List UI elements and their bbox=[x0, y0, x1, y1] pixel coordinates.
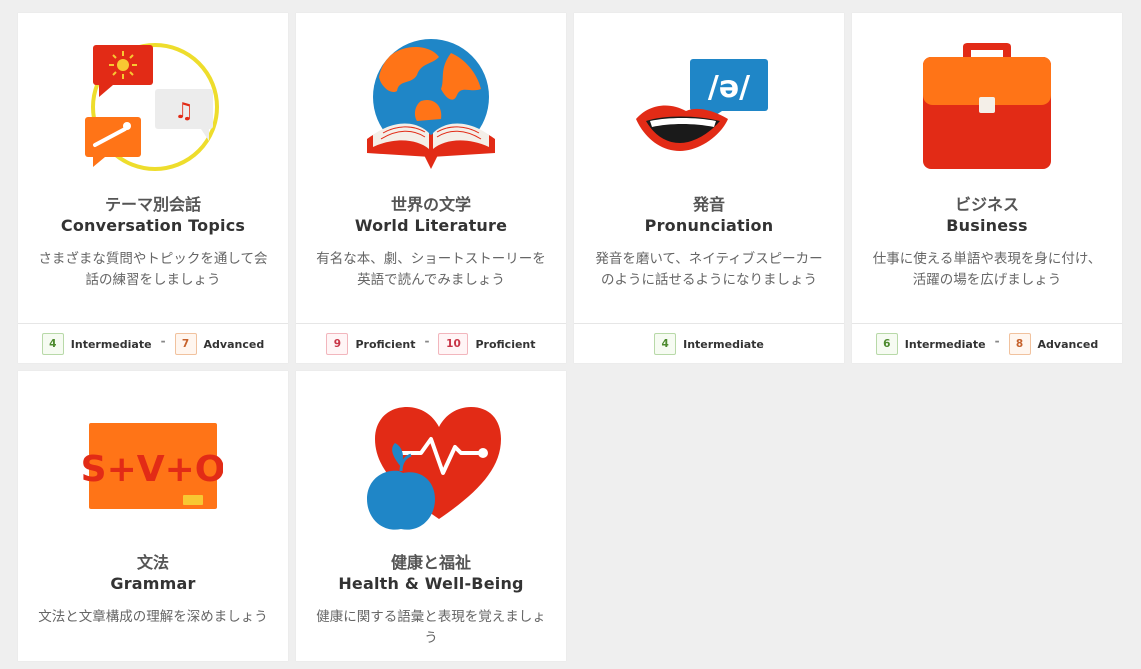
card-title-jp: 健康と福祉 bbox=[390, 553, 471, 572]
level-number: 10 bbox=[438, 333, 469, 355]
heart-apple-icon bbox=[296, 393, 566, 543]
card-health-well-being[interactable]: 健康と福祉 Health & Well-Being 健康に関する語彙と表現を覚え… bbox=[296, 371, 566, 661]
level-number: 9 bbox=[326, 333, 349, 355]
card-title-en: World Literature bbox=[354, 216, 508, 235]
conversation-icon: ♫ bbox=[18, 35, 288, 185]
card-description: さまざまな質問やトピックを通して会話の練習をしましょう bbox=[38, 251, 268, 288]
level-label: Intermediate bbox=[904, 337, 986, 351]
card-title-en: Conversation Topics bbox=[60, 216, 246, 235]
level-label: Intermediate bbox=[683, 337, 764, 351]
card-pronunciation[interactable]: /ə/ 発音 Pronunciation 発音を磨いて、ネイティブスピーカーのよ… bbox=[574, 13, 844, 363]
level-number: 8 bbox=[1008, 333, 1031, 355]
level-label: Advanced bbox=[1037, 337, 1099, 351]
level-separator: - bbox=[994, 334, 1000, 348]
level-number: 4 bbox=[41, 333, 64, 355]
card-business[interactable]: ビジネス Business 仕事に使える単語や表現を身に付け、活躍の場を広げまし… bbox=[852, 13, 1122, 363]
level-separator: - bbox=[160, 334, 166, 348]
level-number: 7 bbox=[174, 333, 197, 355]
level-label: Proficient bbox=[355, 337, 416, 351]
svg-text:♫: ♫ bbox=[174, 99, 194, 124]
card-conversation-topics[interactable]: ♫ テーマ別会話 Conversation Topics さまざまな質問やトピッ… bbox=[18, 13, 288, 363]
card-description: 文法と文章構成の理解を深めましょう bbox=[38, 609, 268, 625]
briefcase-icon bbox=[852, 35, 1122, 185]
level-badge: 9 Proficient bbox=[326, 333, 416, 355]
level-badge: 4 Intermediate bbox=[654, 333, 764, 355]
card-title-en: Business bbox=[946, 216, 1028, 235]
card-description: 健康に関する語彙と表現を覚えましょう bbox=[316, 609, 546, 646]
card-title-jp: テーマ別会話 bbox=[104, 195, 201, 214]
speaking-mouth-icon: /ə/ bbox=[574, 35, 844, 185]
card-title-jp: ビジネス bbox=[954, 195, 1019, 214]
level-range: 4 Intermediate - 7 Advanced bbox=[18, 323, 288, 364]
level-label: Advanced bbox=[203, 337, 265, 351]
level-number: 4 bbox=[654, 333, 677, 355]
level-number: 6 bbox=[875, 333, 898, 355]
level-label: Intermediate bbox=[70, 337, 152, 351]
card-title-en: Grammar bbox=[110, 574, 196, 593]
level-badge: 4 Intermediate bbox=[41, 333, 152, 355]
level-range: 4 Intermediate bbox=[574, 323, 844, 364]
level-badge: 6 Intermediate bbox=[875, 333, 986, 355]
level-separator: - bbox=[424, 334, 430, 348]
level-label: Proficient bbox=[475, 337, 536, 351]
card-description: 仕事に使える単語や表現を身に付け、活躍の場を広げましょう bbox=[872, 251, 1102, 288]
blackboard-icon: S+V+O bbox=[18, 393, 288, 543]
ipa-symbol: /ə/ bbox=[708, 70, 750, 105]
level-range: 6 Intermediate - 8 Advanced bbox=[852, 323, 1122, 364]
level-badge: 7 Advanced bbox=[174, 333, 265, 355]
card-title-jp: 文法 bbox=[136, 553, 169, 572]
card-title-jp: 発音 bbox=[692, 195, 725, 214]
card-world-literature[interactable]: 世界の文学 World Literature 有名な本、劇、ショートストーリーを… bbox=[296, 13, 566, 363]
card-description: 発音を磨いて、ネイティブスピーカーのように話せるようになりましょう bbox=[595, 251, 823, 288]
card-title-en: Health & Well-Being bbox=[338, 574, 524, 593]
card-description: 有名な本、劇、ショートストーリーを英語で読んでみましょう bbox=[316, 251, 546, 288]
topic-grid: ♫ テーマ別会話 Conversation Topics さまざまな質問やトピッ… bbox=[0, 0, 1141, 669]
level-badge: 8 Advanced bbox=[1008, 333, 1099, 355]
card-title-en: Pronunciation bbox=[644, 216, 774, 235]
level-badge: 10 Proficient bbox=[438, 333, 536, 355]
card-grammar[interactable]: S+V+O 文法 Grammar 文法と文章構成の理解を深めましょう bbox=[18, 371, 288, 661]
card-title-jp: 世界の文学 bbox=[390, 195, 471, 214]
svo-text: S+V+O bbox=[83, 449, 223, 490]
level-range: 9 Proficient - 10 Proficient bbox=[296, 323, 566, 364]
globe-book-icon bbox=[296, 35, 566, 185]
